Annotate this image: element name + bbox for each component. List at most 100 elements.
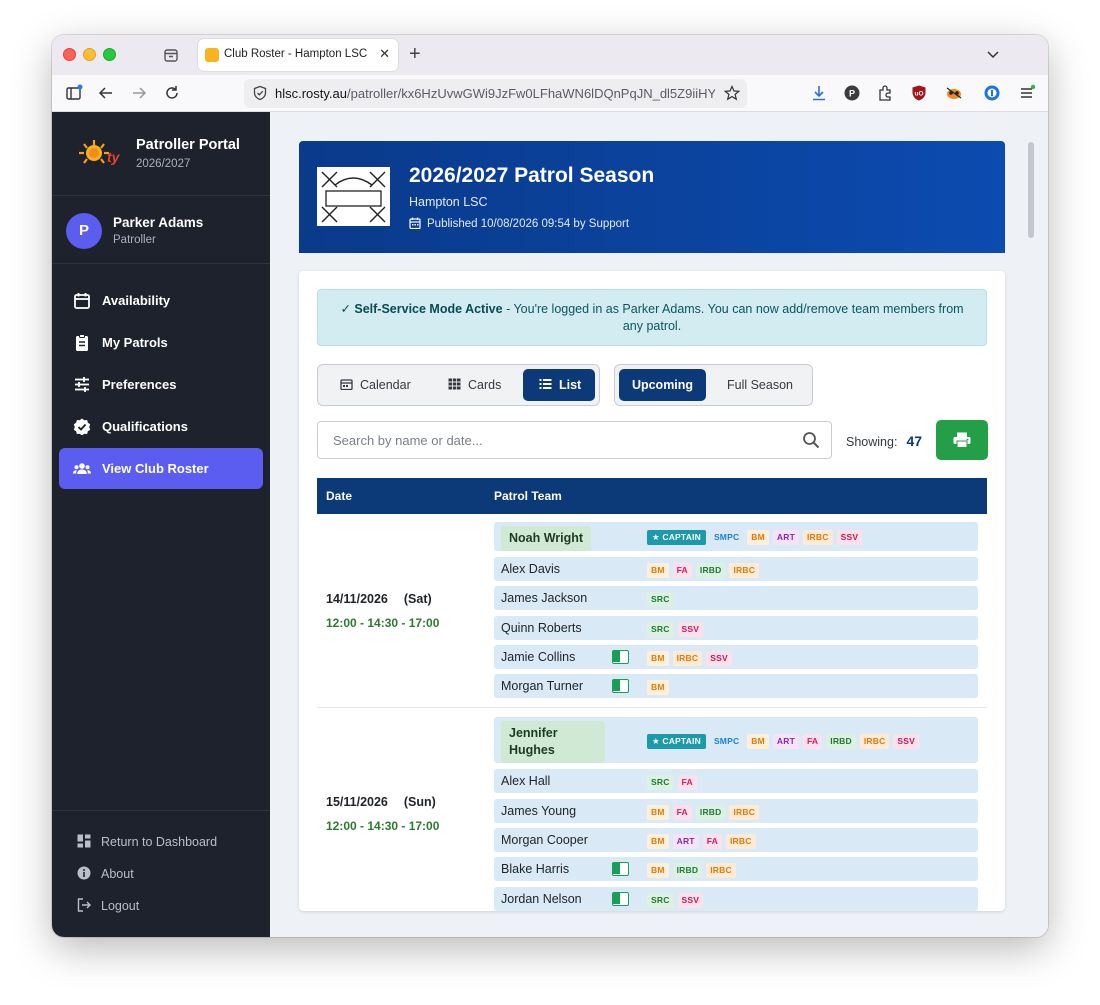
favicon-icon <box>205 48 219 62</box>
team-member-row[interactable]: Jennifer Hughes ★ CAPTAIN SMPC BM ART FA… <box>494 717 978 763</box>
sidebar-item-label: Preferences <box>102 377 177 392</box>
shield-icon[interactable] <box>252 85 268 101</box>
member-name: James Young <box>501 804 577 818</box>
availability-toggle-icon[interactable] <box>612 679 629 693</box>
qualification-badges: BM ART FA IRBC <box>647 834 756 849</box>
return-to-dashboard-link[interactable]: Return to Dashboard <box>77 833 257 853</box>
alert-strong: ✓ Self-Service Mode Active <box>340 302 503 316</box>
list-icon <box>539 379 552 389</box>
upcoming-button[interactable]: Upcoming <box>619 369 706 401</box>
qual-badge: SRC <box>647 622 674 637</box>
extensions-puzzle-icon[interactable] <box>876 84 894 102</box>
list-view-button[interactable]: List <box>523 369 595 401</box>
season-header: 2026/2027 Patrol Season Hampton LSC Publ… <box>299 141 1005 253</box>
minimize-window-button[interactable] <box>83 48 96 61</box>
qual-badge: BM <box>647 834 669 849</box>
users-icon <box>73 463 91 474</box>
member-name: Quinn Roberts <box>501 621 582 635</box>
range-toggle: Upcoming Full Season <box>614 364 813 406</box>
team-member-row[interactable]: Morgan Cooper BM ART FA IRBC <box>494 828 978 852</box>
rosty-logo[interactable]: ty <box>76 138 124 172</box>
team-member-row[interactable]: Morgan Turner BM <box>494 674 978 698</box>
logout-icon <box>77 898 91 912</box>
sidebar-item-qualifications[interactable]: Qualifications <box>59 406 263 447</box>
team-member-row[interactable]: Jamie Collins BM IRBC SSV <box>494 645 978 669</box>
qualification-badges: BM IRBD IRBC <box>647 863 736 878</box>
team-member-row[interactable]: Alex Hall SRC FA <box>494 769 978 793</box>
sidebar-footer: Return to Dashboard About Logout <box>52 810 270 937</box>
browser-tab[interactable]: Club Roster - Hampton LSC ✕ <box>198 39 398 71</box>
availability-toggle-icon[interactable] <box>612 892 629 906</box>
scrollbar-thumb[interactable] <box>1028 142 1034 238</box>
calendar-view-button[interactable]: Calendar <box>322 369 426 401</box>
portal-season: 2026/2027 <box>136 158 191 170</box>
page-title: 2026/2027 Patrol Season <box>409 164 655 187</box>
svg-text:uO: uO <box>914 91 923 98</box>
zoom-window-button[interactable] <box>103 48 116 61</box>
team-member-row[interactable]: Jordan Nelson SRC SSV <box>494 887 978 911</box>
alert-text: - You're logged in as Parker Adams. You … <box>502 302 964 333</box>
forward-arrow-icon[interactable] <box>130 84 148 102</box>
sidebar-item-availability[interactable]: Availability <box>59 280 263 321</box>
ublock-icon[interactable]: uO <box>910 84 928 102</box>
sliders-icon <box>75 377 89 392</box>
team-member-row[interactable]: James Young BM FA IRBD IRBC <box>494 799 978 823</box>
search-placeholder: Search by name or date... <box>333 433 483 448</box>
qualification-badges: BM IRBC SSV <box>647 651 732 666</box>
menu-icon[interactable] <box>1018 84 1036 102</box>
sidebar-toggle-icon[interactable] <box>65 84 83 102</box>
close-window-button[interactable] <box>63 48 76 61</box>
qualification-badges: SRC <box>647 592 674 607</box>
chevron-down-icon[interactable] <box>986 47 1000 61</box>
reload-icon[interactable] <box>163 84 181 102</box>
calendar-icon <box>409 217 421 229</box>
qual-badge: IRBC <box>672 651 703 666</box>
team-member-row[interactable]: James Jackson SRC <box>494 586 978 610</box>
sidebar-item-preferences[interactable]: Preferences <box>59 364 263 405</box>
back-arrow-icon[interactable] <box>97 84 115 102</box>
info-icon <box>77 866 91 880</box>
sidebar-item-view-club-roster[interactable]: View Club Roster <box>59 448 263 489</box>
qual-badge: BM <box>647 651 669 666</box>
qual-badge: SSV <box>706 651 732 666</box>
qual-badge: ART <box>672 834 699 849</box>
full-season-button[interactable]: Full Season <box>712 369 808 401</box>
user-role: Patroller <box>113 234 156 246</box>
about-link[interactable]: About <box>77 865 257 885</box>
sidebar-item-label: Qualifications <box>102 419 188 434</box>
team-member-row[interactable]: Noah Wright ★ CAPTAIN SMPC BM ART IRBC S… <box>494 522 978 551</box>
sidebar-item-label: My Patrols <box>102 335 168 350</box>
search-input[interactable]: Search by name or date... <box>317 421 832 459</box>
qual-badge: IRBD <box>695 805 726 820</box>
password-manager-icon[interactable] <box>983 84 1001 102</box>
sidebar-item-my-patrols[interactable]: My Patrols <box>59 322 263 363</box>
team-member-row[interactable]: Alex Davis BM FA IRBD IRBC <box>494 557 978 581</box>
address-bar[interactable]: hlsc.rosty.au/patroller/kx6HzUvwGWi9JzFw… <box>244 79 747 108</box>
availability-toggle-icon[interactable] <box>612 650 629 664</box>
footer-link-label: About <box>101 867 134 881</box>
extension-mask-icon[interactable] <box>945 84 963 102</box>
sidebar: ty Patroller Portal 2026/2027 P Parker A… <box>52 112 270 937</box>
team-member-row[interactable]: Quinn Roberts SRC SSV <box>494 616 978 640</box>
availability-toggle-icon[interactable] <box>612 862 629 876</box>
bookmark-star-icon[interactable] <box>724 85 740 101</box>
tab-groups-icon[interactable] <box>163 47 179 63</box>
new-tab-button[interactable]: + <box>409 43 421 66</box>
scrollbar[interactable] <box>1027 140 1037 907</box>
qual-badge: SRC <box>647 775 674 790</box>
download-icon[interactable] <box>810 84 828 102</box>
profile-extension-icon[interactable]: P <box>843 84 861 102</box>
cards-view-button[interactable]: Cards <box>430 369 522 401</box>
qual-badge: SMPC <box>713 736 740 746</box>
team-member-row[interactable]: Blake Harris BM IRBD IRBC <box>494 857 978 881</box>
tab-bar: Club Roster - Hampton LSC ✕ + <box>52 35 1048 75</box>
logout-link[interactable]: Logout <box>77 897 257 917</box>
close-tab-icon[interactable]: ✕ <box>379 46 390 62</box>
qual-badge: SRC <box>647 592 674 607</box>
member-name: Alex Hall <box>501 774 551 788</box>
print-button[interactable] <box>936 420 988 460</box>
main-content: 2026/2027 Patrol Season Hampton LSC Publ… <box>270 112 1048 937</box>
qualification-badges: SRC FA <box>647 775 697 790</box>
qual-badge: FA <box>672 805 692 820</box>
search-icon[interactable] <box>802 431 820 449</box>
